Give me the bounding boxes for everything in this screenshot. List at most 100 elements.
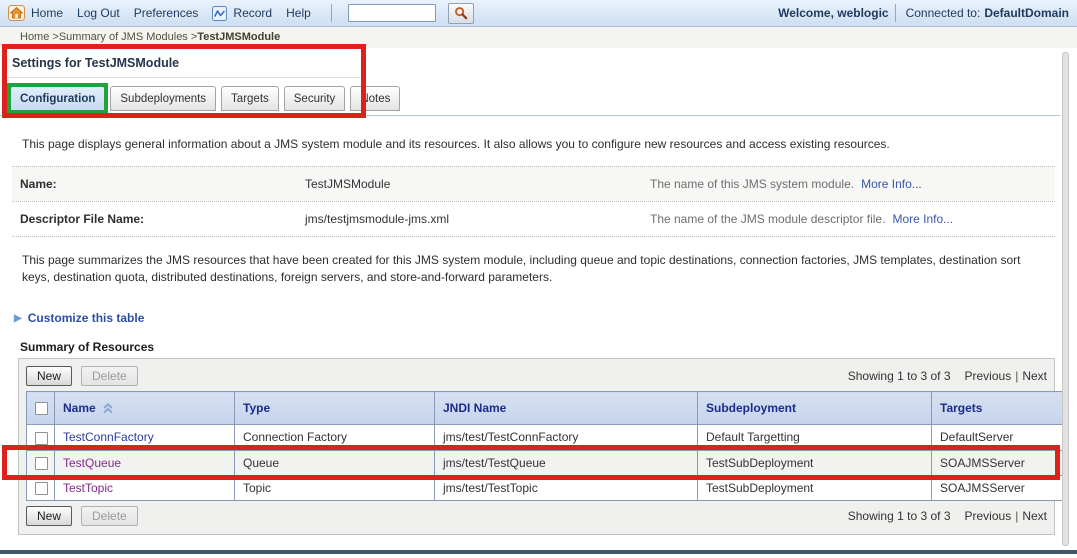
breadcrumb-jms-modules[interactable]: Summary of JMS Modules — [59, 31, 188, 43]
column-label: Subdeployment — [706, 401, 797, 416]
paging-separator: | — [1015, 509, 1019, 524]
title-divider — [4, 77, 360, 78]
paging: Showing 1 to 3 of 3 Previous | Next — [848, 369, 1047, 383]
column-header-targets[interactable]: Targets — [931, 390, 1064, 426]
resource-row-testqueue: TestQueue Queue jms/test/TestQueue TestSubD… — [26, 449, 1064, 476]
topbar-link-logout[interactable]: Log Out — [77, 6, 120, 20]
sort-ascending-icon[interactable] — [102, 403, 114, 414]
cell-targets: SOAJMSServer — [931, 449, 1064, 476]
topbar-link-preferences[interactable]: Preferences — [134, 6, 199, 20]
property-value: TestJMSModule — [305, 177, 391, 191]
property-row: Descriptor File Name: jms/testjmsmodule-j… — [12, 201, 1055, 237]
delete-button[interactable]: Delete — [81, 506, 138, 527]
resource-row-testtopic: TestTopic Topic jms/test/TestTopic TestSubD… — [26, 474, 1064, 502]
module-properties: Name: TestJMSModule The name of this JMS s… — [12, 166, 1055, 237]
delete-button[interactable]: Delete — [81, 366, 138, 386]
intro-text: This page displays general information a… — [22, 137, 890, 151]
row-checkbox-cell — [26, 474, 55, 502]
tab-bar: Configuration Subdeployments Targets Securi… — [7, 83, 401, 114]
breadcrumb-home[interactable]: Home — [20, 31, 49, 43]
new-button[interactable]: New — [26, 366, 73, 386]
new-button[interactable]: New — [26, 506, 73, 527]
summary-text: This page summarizes the JMS resources t… — [22, 253, 1021, 284]
topbar-right-divider — [894, 4, 896, 22]
column-header-jndi-name[interactable]: JNDI Name — [434, 390, 698, 426]
page-title: Settings for TestJMSModule — [12, 56, 180, 70]
column-label: Name — [63, 401, 96, 416]
row-checkbox[interactable] — [35, 482, 48, 496]
tab-subdeployments[interactable]: Subdeployments — [110, 86, 217, 111]
property-help: The name of the JMS module descriptor fi… — [650, 212, 1047, 226]
cell-targets: DefaultServer — [931, 424, 1064, 451]
help-text: The name of the JMS module descriptor fi… — [650, 212, 886, 226]
property-label: Name: — [20, 177, 57, 191]
tab-targets[interactable]: Targets — [221, 86, 279, 111]
help-text: The name of this JMS system module. — [650, 177, 855, 191]
column-header-subdeployment[interactable]: Subdeployment — [697, 390, 932, 426]
home-icon[interactable] — [8, 5, 25, 21]
breadcrumb-separator: > — [187, 31, 198, 43]
select-all-cell — [26, 390, 55, 426]
cell-name: TestQueue — [54, 449, 235, 476]
column-label: Type — [243, 401, 271, 416]
paging-separator: | — [1015, 369, 1019, 383]
row-checkbox[interactable] — [35, 456, 48, 470]
cell-subdeployment: TestSubDeployment — [697, 449, 932, 476]
select-all-checkbox[interactable] — [35, 402, 48, 416]
record-icon[interactable] — [212, 5, 228, 21]
breadcrumb-current: TestJMSModule — [197, 31, 281, 43]
connected-to-label: Connected to: — [905, 6, 981, 20]
annotation-green-box-configuration-tab — [7, 83, 109, 114]
property-help: The name of this JMS system module. More … — [650, 177, 1047, 191]
resources-toolbar: New Delete Showing 1 to 3 of 3 Previous | Nex… — [26, 504, 1047, 528]
previous-link[interactable]: Previous — [965, 509, 1012, 523]
next-link[interactable]: Next — [1022, 369, 1047, 383]
cell-targets: SOAJMSServer — [931, 474, 1064, 502]
next-link[interactable]: Next — [1022, 509, 1047, 523]
search-button[interactable] — [447, 2, 474, 24]
cell-subdeployment: TestSubDeployment — [697, 474, 932, 502]
more-info-link[interactable]: More Info... — [892, 212, 953, 226]
topbar-link-help[interactable]: Help — [286, 6, 311, 20]
tab-underline — [0, 115, 1060, 116]
topbar-link-home[interactable]: Home — [31, 6, 63, 20]
paging-status: Showing 1 to 3 of 3 — [847, 509, 951, 524]
topbar-divider — [330, 4, 332, 22]
topbar: Home Log Out Preferences Record Help Wel… — [0, 0, 1077, 27]
previous-link[interactable]: Previous — [965, 369, 1012, 383]
cell-type: Topic — [234, 474, 435, 502]
row-checkbox-cell — [26, 424, 55, 451]
cell-name: TestConnFactory — [54, 424, 235, 451]
resource-link[interactable]: TestTopic — [63, 481, 113, 495]
cell-jndi-name: jms/test/TestConnFactory — [434, 424, 698, 451]
resource-link[interactable]: TestConnFactory — [63, 430, 154, 444]
breadcrumb: Home >Summary of JMS Modules >TestJMSMod… — [0, 27, 1077, 48]
topbar-link-record[interactable]: Record — [233, 6, 272, 20]
customize-table-label: Customize this table — [27, 311, 145, 325]
tab-notes[interactable]: Notes — [350, 86, 401, 111]
resources-heading: Summary of Resources — [20, 340, 155, 354]
row-checkbox[interactable] — [35, 431, 48, 445]
scrollbar-track[interactable] — [1062, 52, 1069, 546]
paging: Showing 1 to 3 of 3 Previous | Next — [848, 509, 1047, 523]
search-input[interactable] — [347, 4, 436, 22]
welcome-text: Welcome, weblogic — [778, 6, 889, 20]
resources-table: Name Type JNDI Name Subdeployment Targets Te… — [26, 390, 1064, 502]
resource-link[interactable]: TestQueue — [63, 456, 121, 470]
property-value: jms/testjmsmodule-jms.xml — [305, 212, 450, 226]
breadcrumb-separator: > — [49, 31, 59, 43]
column-label: JNDI Name — [443, 401, 507, 416]
more-info-link[interactable]: More Info... — [861, 177, 922, 191]
cell-jndi-name: jms/test/TestQueue — [434, 449, 698, 476]
row-checkbox-cell — [26, 449, 55, 476]
expand-arrow-icon: ▶ — [14, 312, 22, 324]
column-header-name[interactable]: Name — [54, 390, 235, 426]
property-row: Name: TestJMSModule The name of this JMS s… — [12, 166, 1055, 201]
customize-table-link[interactable]: ▶ Customize this table — [14, 311, 144, 325]
column-label: Targets — [940, 401, 983, 416]
tab-security[interactable]: Security — [283, 86, 346, 111]
tab-configuration[interactable]: Configuration — [7, 83, 109, 114]
cell-type: Queue — [234, 449, 435, 476]
footer-bar — [0, 550, 1077, 554]
column-header-type[interactable]: Type — [234, 390, 435, 426]
